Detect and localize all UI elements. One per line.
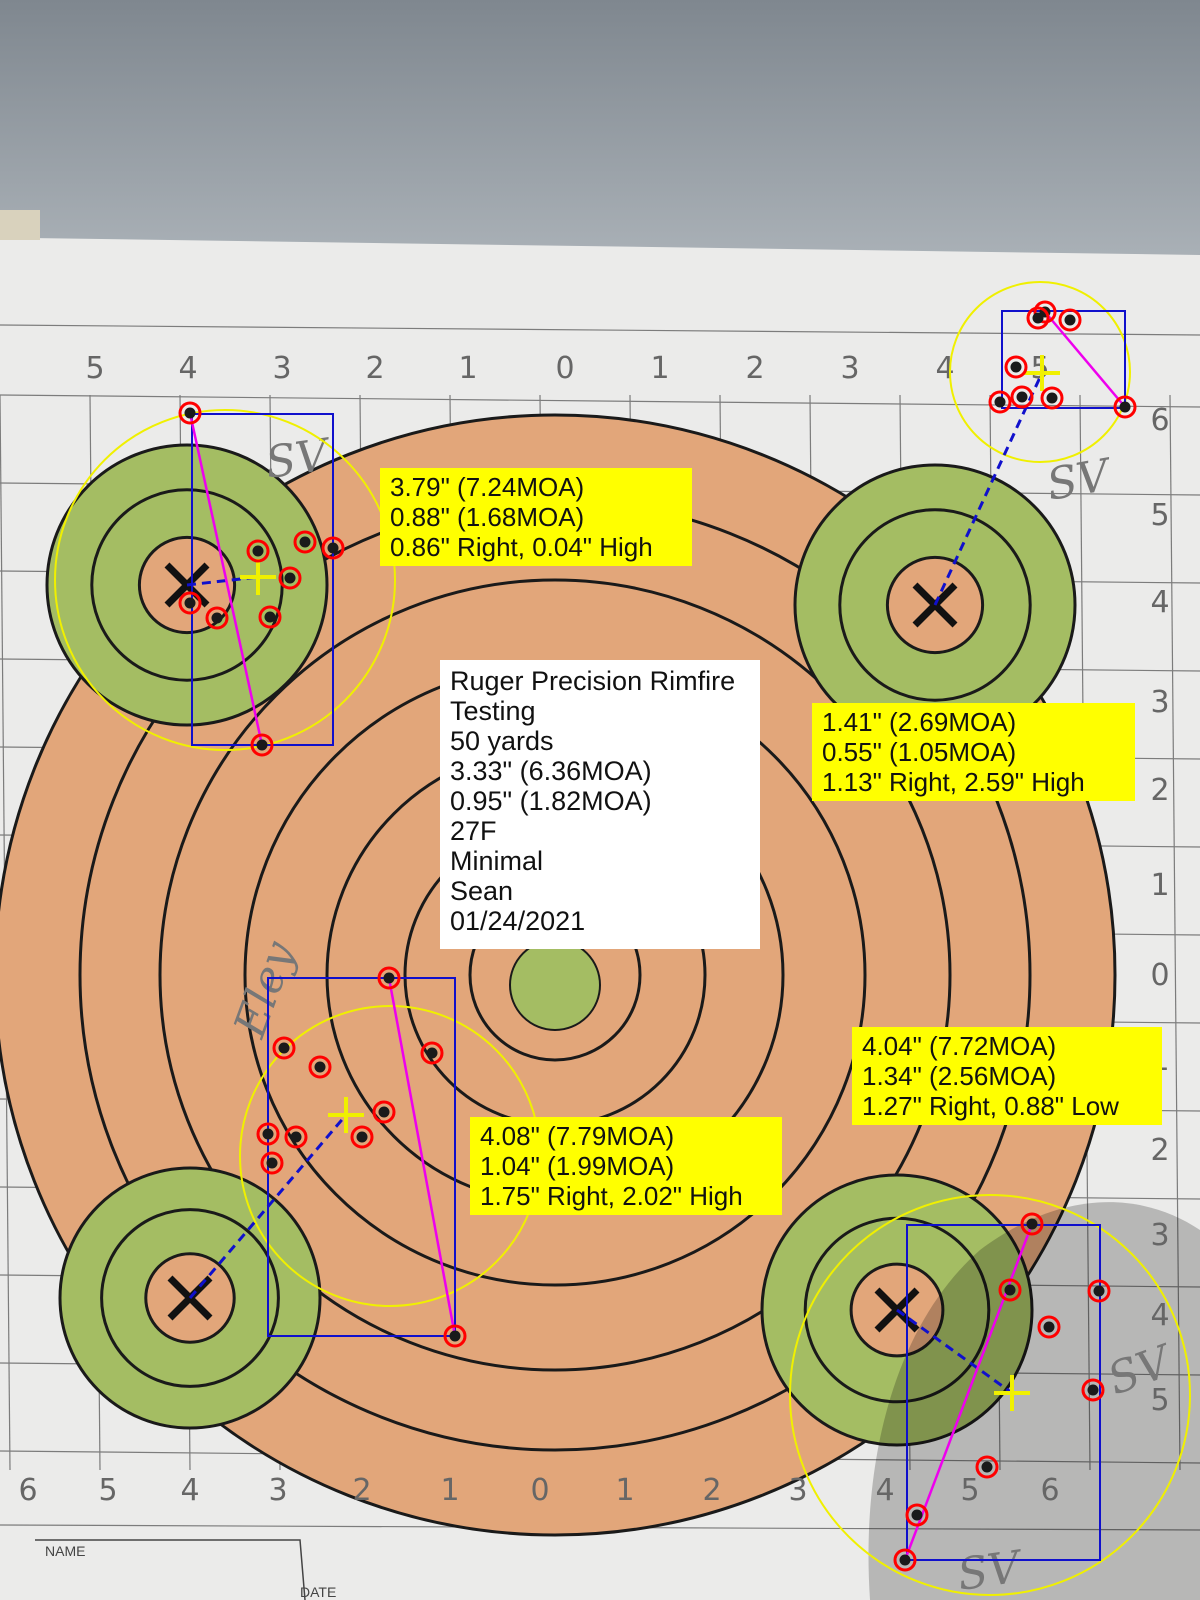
grid-label: 5 — [85, 351, 104, 386]
grid-label: 4 — [1150, 585, 1169, 620]
grid-label: 2 — [352, 1473, 371, 1508]
group-stat: 0.55" (1.05MOA) — [822, 737, 1017, 767]
bullet-hole — [314, 1061, 326, 1073]
grid-label: 3 — [1150, 685, 1169, 720]
grid-label: 2 — [1150, 773, 1169, 808]
info-line: 0.95" (1.82MOA) — [450, 786, 652, 816]
group-stat: 0.86" Right, 0.04" High — [390, 532, 653, 562]
info-line: Sean — [450, 876, 514, 906]
group-stat: 1.41" (2.69MOA) — [822, 707, 1017, 737]
bullet-hole — [211, 612, 223, 624]
info-line: 01/24/2021 — [450, 906, 586, 936]
bullet-hole — [184, 597, 196, 609]
bullet-hole — [383, 972, 395, 984]
bullet-hole — [1064, 314, 1076, 326]
grid-label: 2 — [365, 351, 384, 386]
grid-label: 6 — [1150, 403, 1169, 438]
bullet-hole — [899, 1554, 911, 1566]
grid-label: 1 — [1150, 868, 1169, 903]
bullet-hole — [299, 536, 311, 548]
grid-label: 0 — [555, 351, 574, 386]
group-stat: 0.88" (1.68MOA) — [390, 502, 585, 532]
group-label-top-right: 1.41" (2.69MOA) 0.55" (1.05MOA) 1.13" Ri… — [812, 703, 1135, 801]
grid-label: 4 — [180, 1473, 199, 1508]
grid-label: 0 — [1150, 958, 1169, 993]
bullet-hole — [378, 1106, 390, 1118]
bullet-hole — [1016, 391, 1028, 403]
grid-label: 1 — [440, 1473, 459, 1508]
grid-label: 5 — [98, 1473, 117, 1508]
grid-label: 3 — [272, 351, 291, 386]
group-stat: 1.34" (2.56MOA) — [862, 1061, 1057, 1091]
group-stat: 4.08" (7.79MOA) — [480, 1121, 675, 1151]
bullet-hole — [1119, 401, 1131, 413]
grid-label: 2 — [745, 351, 764, 386]
info-line: Testing — [450, 696, 536, 726]
grid-label: 3 — [840, 351, 859, 386]
grid-label: 2 — [702, 1473, 721, 1508]
group-stat: 1.27" Right, 0.88" Low — [862, 1091, 1119, 1121]
bullet-hole — [1093, 1285, 1105, 1297]
svg-text:SV: SV — [954, 1541, 1027, 1600]
grid-label: 3 — [788, 1473, 807, 1508]
grid-label: 6 — [1040, 1473, 1059, 1508]
bullet-hole — [184, 407, 196, 419]
info-line: Ruger Precision Rimfire — [450, 666, 736, 696]
group-stat: 1.75" Right, 2.02" High — [480, 1181, 743, 1211]
grid-label: 1 — [615, 1473, 634, 1508]
grid-label: 1 — [458, 351, 477, 386]
info-line: 3.33" (6.36MOA) — [450, 756, 652, 786]
tape — [0, 210, 40, 240]
bullet-hole — [449, 1330, 461, 1342]
svg-text:DATE: DATE — [300, 1584, 336, 1600]
bullet-hole — [1004, 1284, 1016, 1296]
bullet-hole — [266, 1157, 278, 1169]
grid-label: 5 — [960, 1473, 979, 1508]
grid-label: 1 — [650, 351, 669, 386]
bullet-hole — [264, 611, 276, 623]
info-line: 50 yards — [450, 726, 554, 756]
bullet-hole — [1010, 361, 1022, 373]
bullet-hole — [1087, 1384, 1099, 1396]
bullet-hole — [256, 739, 268, 751]
grid-label: 6 — [18, 1473, 37, 1508]
info-line: Minimal — [450, 846, 544, 876]
svg-text:SV: SV — [262, 429, 335, 489]
grid-label: 2 — [1150, 1133, 1169, 1168]
bullet-hole — [1046, 392, 1058, 404]
bullet-hole — [426, 1047, 438, 1059]
grid-label: 3 — [1150, 1218, 1169, 1253]
grid-label: 4 — [875, 1473, 894, 1508]
sky — [0, 0, 1200, 260]
group-label-bottom-right: 4.04" (7.72MOA) 1.34" (2.56MOA) 1.27" Ri… — [852, 1027, 1162, 1125]
grid-label: 3 — [268, 1473, 287, 1508]
bullet-hole — [290, 1131, 302, 1143]
bullet-hole — [1043, 1321, 1055, 1333]
svg-text:NAME: NAME — [45, 1543, 85, 1559]
bullet-hole — [252, 545, 264, 557]
bullet-hole — [1026, 1218, 1038, 1230]
group-stat: 4.04" (7.72MOA) — [862, 1031, 1057, 1061]
bullet-hole — [356, 1131, 368, 1143]
group-stat: 1.04" (1.99MOA) — [480, 1151, 675, 1181]
bullet-hole — [278, 1042, 290, 1054]
group-stat: 3.79" (7.24MOA) — [390, 472, 585, 502]
grid-label: 5 — [1150, 498, 1169, 533]
grid-label: 4 — [178, 351, 197, 386]
group-label-bottom-left: 4.08" (7.79MOA) 1.04" (1.99MOA) 1.75" Ri… — [470, 1117, 782, 1215]
bullet-hole — [981, 1461, 993, 1473]
info-line: 27F — [450, 816, 497, 846]
bullet-hole — [262, 1128, 274, 1140]
grid-label: 0 — [530, 1473, 549, 1508]
group-stat: 1.13" Right, 2.59" High — [822, 767, 1085, 797]
bullet-hole — [284, 572, 296, 584]
bullet-hole — [1032, 312, 1044, 324]
bullet-hole — [994, 396, 1006, 408]
group-label-top-left: 3.79" (7.24MOA) 0.88" (1.68MOA) 0.86" Ri… — [380, 468, 692, 566]
info-box: Ruger Precision Rimfire Testing 50 yards… — [440, 660, 760, 949]
grid-label: 5 — [1150, 1383, 1169, 1418]
bullet-hole — [327, 542, 339, 554]
bullet-hole — [911, 1509, 923, 1521]
